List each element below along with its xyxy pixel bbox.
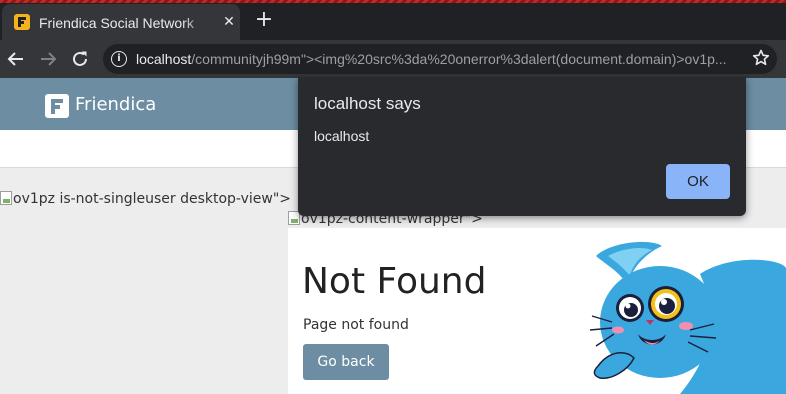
- url-host: localhost: [136, 51, 192, 67]
- alert-dialog: localhost says localhost OK: [298, 77, 746, 216]
- broken-image-alt-main: ov1pz is-not-singleuser desktop-view">: [13, 191, 292, 207]
- back-arrow-icon[interactable]: [5, 48, 27, 70]
- browser-tab[interactable]: Friendica Social Network ✕: [2, 4, 240, 40]
- bookmark-star-icon[interactable]: [751, 48, 771, 68]
- broken-image-icon: [0, 191, 12, 205]
- broken-image-main: ov1pz is-not-singleuser desktop-view">: [0, 190, 291, 208]
- screen: Friendica Social Network ✕ + i localhost…: [0, 0, 786, 394]
- ok-button[interactable]: OK: [666, 164, 730, 199]
- page-title: Not Found: [302, 261, 487, 302]
- go-back-button[interactable]: Go back: [303, 344, 389, 380]
- browser-tabstrip: Friendica Social Network ✕ +: [0, 0, 786, 40]
- forward-arrow-icon[interactable]: [37, 48, 59, 70]
- browser-toolbar: i localhost/communityjh99m"><img%20src%3…: [0, 40, 786, 78]
- address-bar[interactable]: i localhost/communityjh99m"><img%20src%3…: [103, 44, 777, 74]
- web-page: Friendica ov1pz is-not-singleuser deskto…: [0, 77, 786, 394]
- friendica-logo-icon[interactable]: [45, 94, 69, 118]
- url-path: /communityjh99m"><img%20src%3da%20onerro…: [191, 51, 727, 67]
- dialog-title: localhost says: [314, 94, 421, 113]
- friendica-favicon-icon: [14, 14, 30, 30]
- dialog-message: localhost: [314, 128, 370, 144]
- page-message: Page not found: [303, 317, 409, 333]
- reload-icon[interactable]: [69, 48, 91, 70]
- tab-close-icon[interactable]: ✕: [220, 13, 238, 31]
- top-stripe: [0, 0, 786, 3]
- url-text[interactable]: localhost/communityjh99m"><img%20src%3da…: [136, 50, 744, 68]
- mascot-illustration-icon: [590, 241, 786, 394]
- site-brand[interactable]: Friendica: [75, 93, 156, 117]
- site-info-icon[interactable]: i: [111, 51, 127, 67]
- new-tab-button[interactable]: +: [254, 9, 274, 31]
